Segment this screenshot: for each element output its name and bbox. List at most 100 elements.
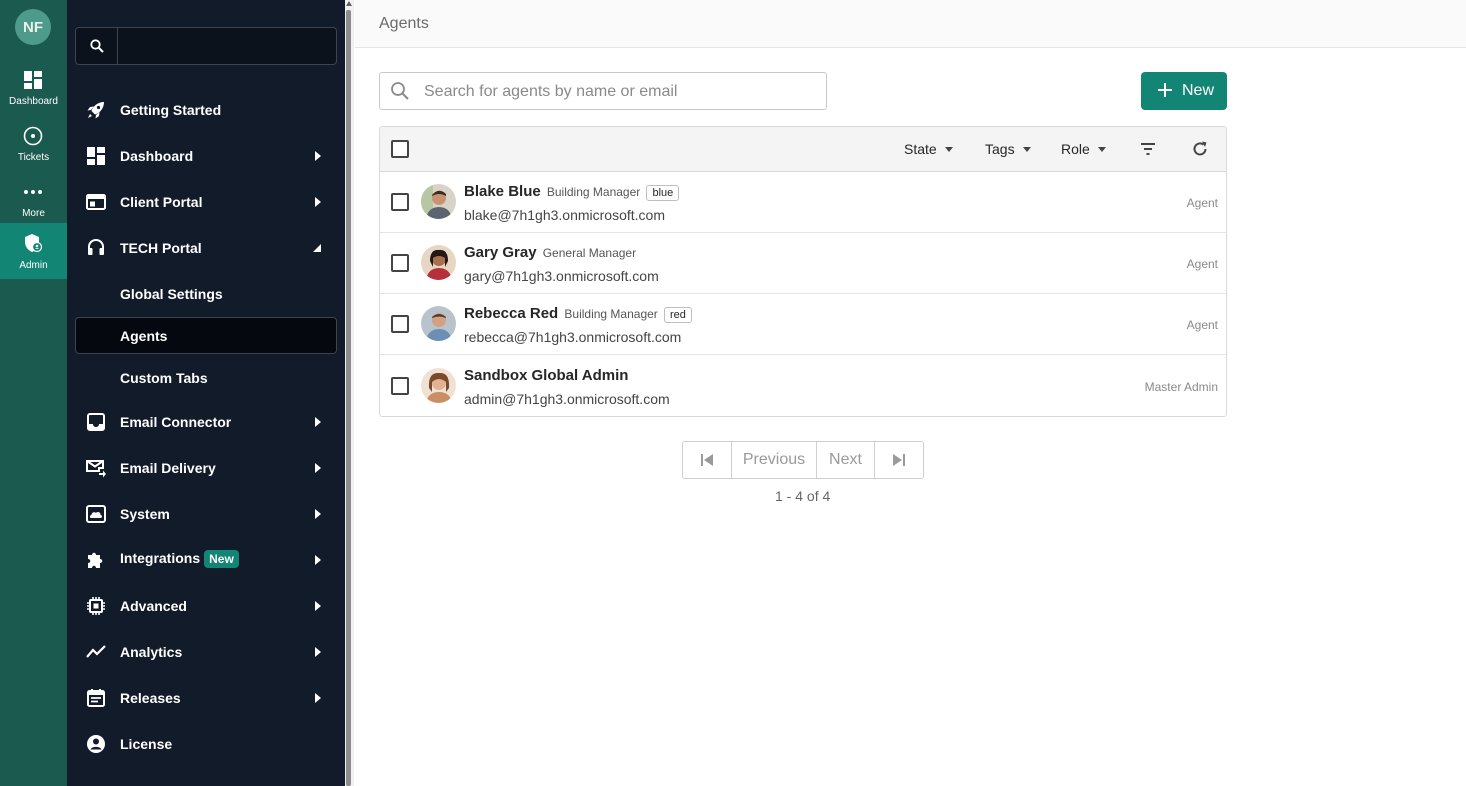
chevron-up-icon	[313, 244, 321, 252]
chevron-right-icon	[315, 647, 321, 657]
chevron-right-icon	[315, 463, 321, 473]
state-filter-dropdown[interactable]: State	[904, 141, 953, 157]
search-icon	[76, 28, 118, 64]
next-page-button[interactable]: Next	[817, 442, 875, 478]
sidebar-item-label: License	[120, 736, 173, 752]
agent-search-input[interactable]	[424, 81, 814, 103]
rail-item-more[interactable]: More	[0, 174, 67, 230]
sidebar-item-integrations[interactable]: Integrations New	[75, 541, 337, 579]
sidebar-item-dashboard[interactable]: Dashboard	[75, 137, 337, 175]
agent-name-line: Gary Gray General Manager	[464, 244, 636, 261]
sidebar-item-advanced[interactable]: Advanced	[75, 587, 337, 625]
table-header: State Tags Role	[380, 127, 1226, 172]
chip-icon	[87, 597, 105, 615]
sidebar-item-global-settings[interactable]: Global Settings	[75, 275, 337, 312]
table-row[interactable]: Blake Blue Building Manager blue blake@7…	[380, 172, 1226, 233]
rocket-icon	[87, 102, 104, 119]
rail-item-admin[interactable]: Admin	[0, 223, 67, 279]
account-circle-icon	[87, 735, 105, 753]
sidebar-item-email-connector[interactable]: Email Connector	[75, 403, 337, 441]
plus-icon	[1158, 83, 1172, 97]
avatar	[421, 245, 456, 280]
row-checkbox[interactable]	[391, 315, 409, 333]
table-row[interactable]: Sandbox Global Admin admin@7h1gh3.onmicr…	[380, 356, 1226, 416]
calendar-icon	[87, 689, 105, 707]
agent-role: Agent	[1186, 257, 1218, 271]
chevron-right-icon	[315, 509, 321, 519]
new-button-label: New	[1182, 82, 1215, 99]
agent-name: Blake Blue	[464, 183, 541, 200]
agent-role: Agent	[1186, 196, 1218, 210]
admin-shield-icon	[25, 234, 43, 253]
filter-list-icon[interactable]	[1139, 140, 1157, 158]
sidebar-item-label: Client Portal	[120, 194, 203, 210]
sidebar-item-custom-tabs[interactable]: Custom Tabs	[75, 359, 337, 396]
email-send-icon	[86, 460, 106, 478]
sidebar-item-email-delivery[interactable]: Email Delivery	[75, 449, 337, 487]
agent-email: gary@7h1gh3.onmicrosoft.com	[464, 268, 659, 284]
puzzle-icon	[88, 552, 103, 568]
dashboard-icon	[24, 71, 42, 89]
rail-item-tickets[interactable]: Tickets	[0, 118, 67, 174]
sidebar-item-analytics[interactable]: Analytics	[75, 633, 337, 671]
chevron-right-icon	[315, 693, 321, 703]
sidebar-item-getting-started[interactable]: Getting Started	[75, 91, 337, 129]
caret-down-icon	[944, 147, 953, 152]
scroll-up-icon[interactable]	[346, 1, 352, 6]
sidebar-item-releases[interactable]: Releases	[75, 679, 337, 717]
agent-tag: red	[663, 307, 692, 323]
sidebar-item-label: TECH Portal	[120, 240, 202, 256]
rail-item-dashboard[interactable]: Dashboard	[0, 62, 67, 118]
refresh-icon[interactable]	[1191, 140, 1209, 158]
agent-name-line: Rebecca Red Building Manager red	[464, 305, 692, 323]
main-content: Agents New State Tags Role Blake Blue Bu…	[355, 0, 1466, 786]
sidebar-search-input[interactable]	[75, 27, 337, 65]
agent-search-field[interactable]	[379, 72, 827, 110]
rail-item-label: More	[22, 208, 45, 219]
row-checkbox[interactable]	[391, 254, 409, 272]
agent-name: Sandbox Global Admin	[464, 367, 629, 384]
avatar	[421, 184, 456, 219]
agent-name-line: Sandbox Global Admin	[464, 367, 628, 384]
table-row[interactable]: Gary Gray General Manager gary@7h1gh3.on…	[380, 233, 1226, 294]
table-row[interactable]: Rebecca Red Building Manager red rebecca…	[380, 294, 1226, 355]
first-page-button[interactable]	[683, 442, 732, 478]
sidebar-item-label: Email Connector	[120, 414, 232, 430]
select-all-checkbox[interactable]	[391, 140, 409, 158]
sidebar-item-license[interactable]: License	[75, 725, 337, 763]
new-badge: New	[204, 550, 239, 568]
chevron-right-icon	[315, 197, 321, 207]
sidebar-item-client-portal[interactable]: Client Portal	[75, 183, 337, 221]
last-page-button[interactable]	[875, 442, 923, 478]
sidebar-item-tech-portal[interactable]: TECH Portal	[75, 229, 337, 267]
sidebar-item-agents[interactable]: Agents	[75, 317, 337, 354]
inbox-icon	[87, 413, 105, 431]
admin-sidebar: Getting Started Dashboard Client Portal …	[67, 0, 345, 786]
first-page-icon	[701, 454, 713, 466]
sidebar-item-system[interactable]: System	[75, 495, 337, 533]
role-filter-dropdown[interactable]: Role	[1061, 141, 1106, 157]
previous-page-button[interactable]: Previous	[732, 442, 817, 478]
row-checkbox[interactable]	[391, 377, 409, 395]
agent-name: Gary Gray	[464, 244, 537, 261]
user-avatar[interactable]: NF	[15, 9, 51, 45]
rail-item-label: Dashboard	[9, 96, 58, 107]
scrollbar-thumb[interactable]	[346, 10, 351, 786]
sidebar-item-label: Getting Started	[120, 102, 222, 118]
caret-down-icon	[1097, 147, 1106, 152]
sidebar-item-label: System	[120, 506, 170, 522]
tags-filter-dropdown[interactable]: Tags	[985, 141, 1031, 157]
sidebar-item-label: Releases	[120, 690, 181, 706]
agent-name: Rebecca Red	[464, 305, 559, 322]
agent-role: Agent	[1186, 318, 1218, 332]
sidebar-item-label: Dashboard	[120, 148, 194, 164]
row-checkbox[interactable]	[391, 193, 409, 211]
new-agent-button[interactable]: New	[1141, 72, 1227, 110]
rail-item-label: Tickets	[17, 152, 50, 163]
sidebar-item-label: Analytics	[120, 644, 183, 660]
headset-icon	[88, 238, 104, 255]
sidebar-scrollbar[interactable]	[345, 0, 354, 786]
avatar	[421, 368, 456, 403]
role-filter-label: Role	[1061, 141, 1090, 157]
agents-table: State Tags Role Blake Blue Building Mana…	[379, 126, 1227, 417]
